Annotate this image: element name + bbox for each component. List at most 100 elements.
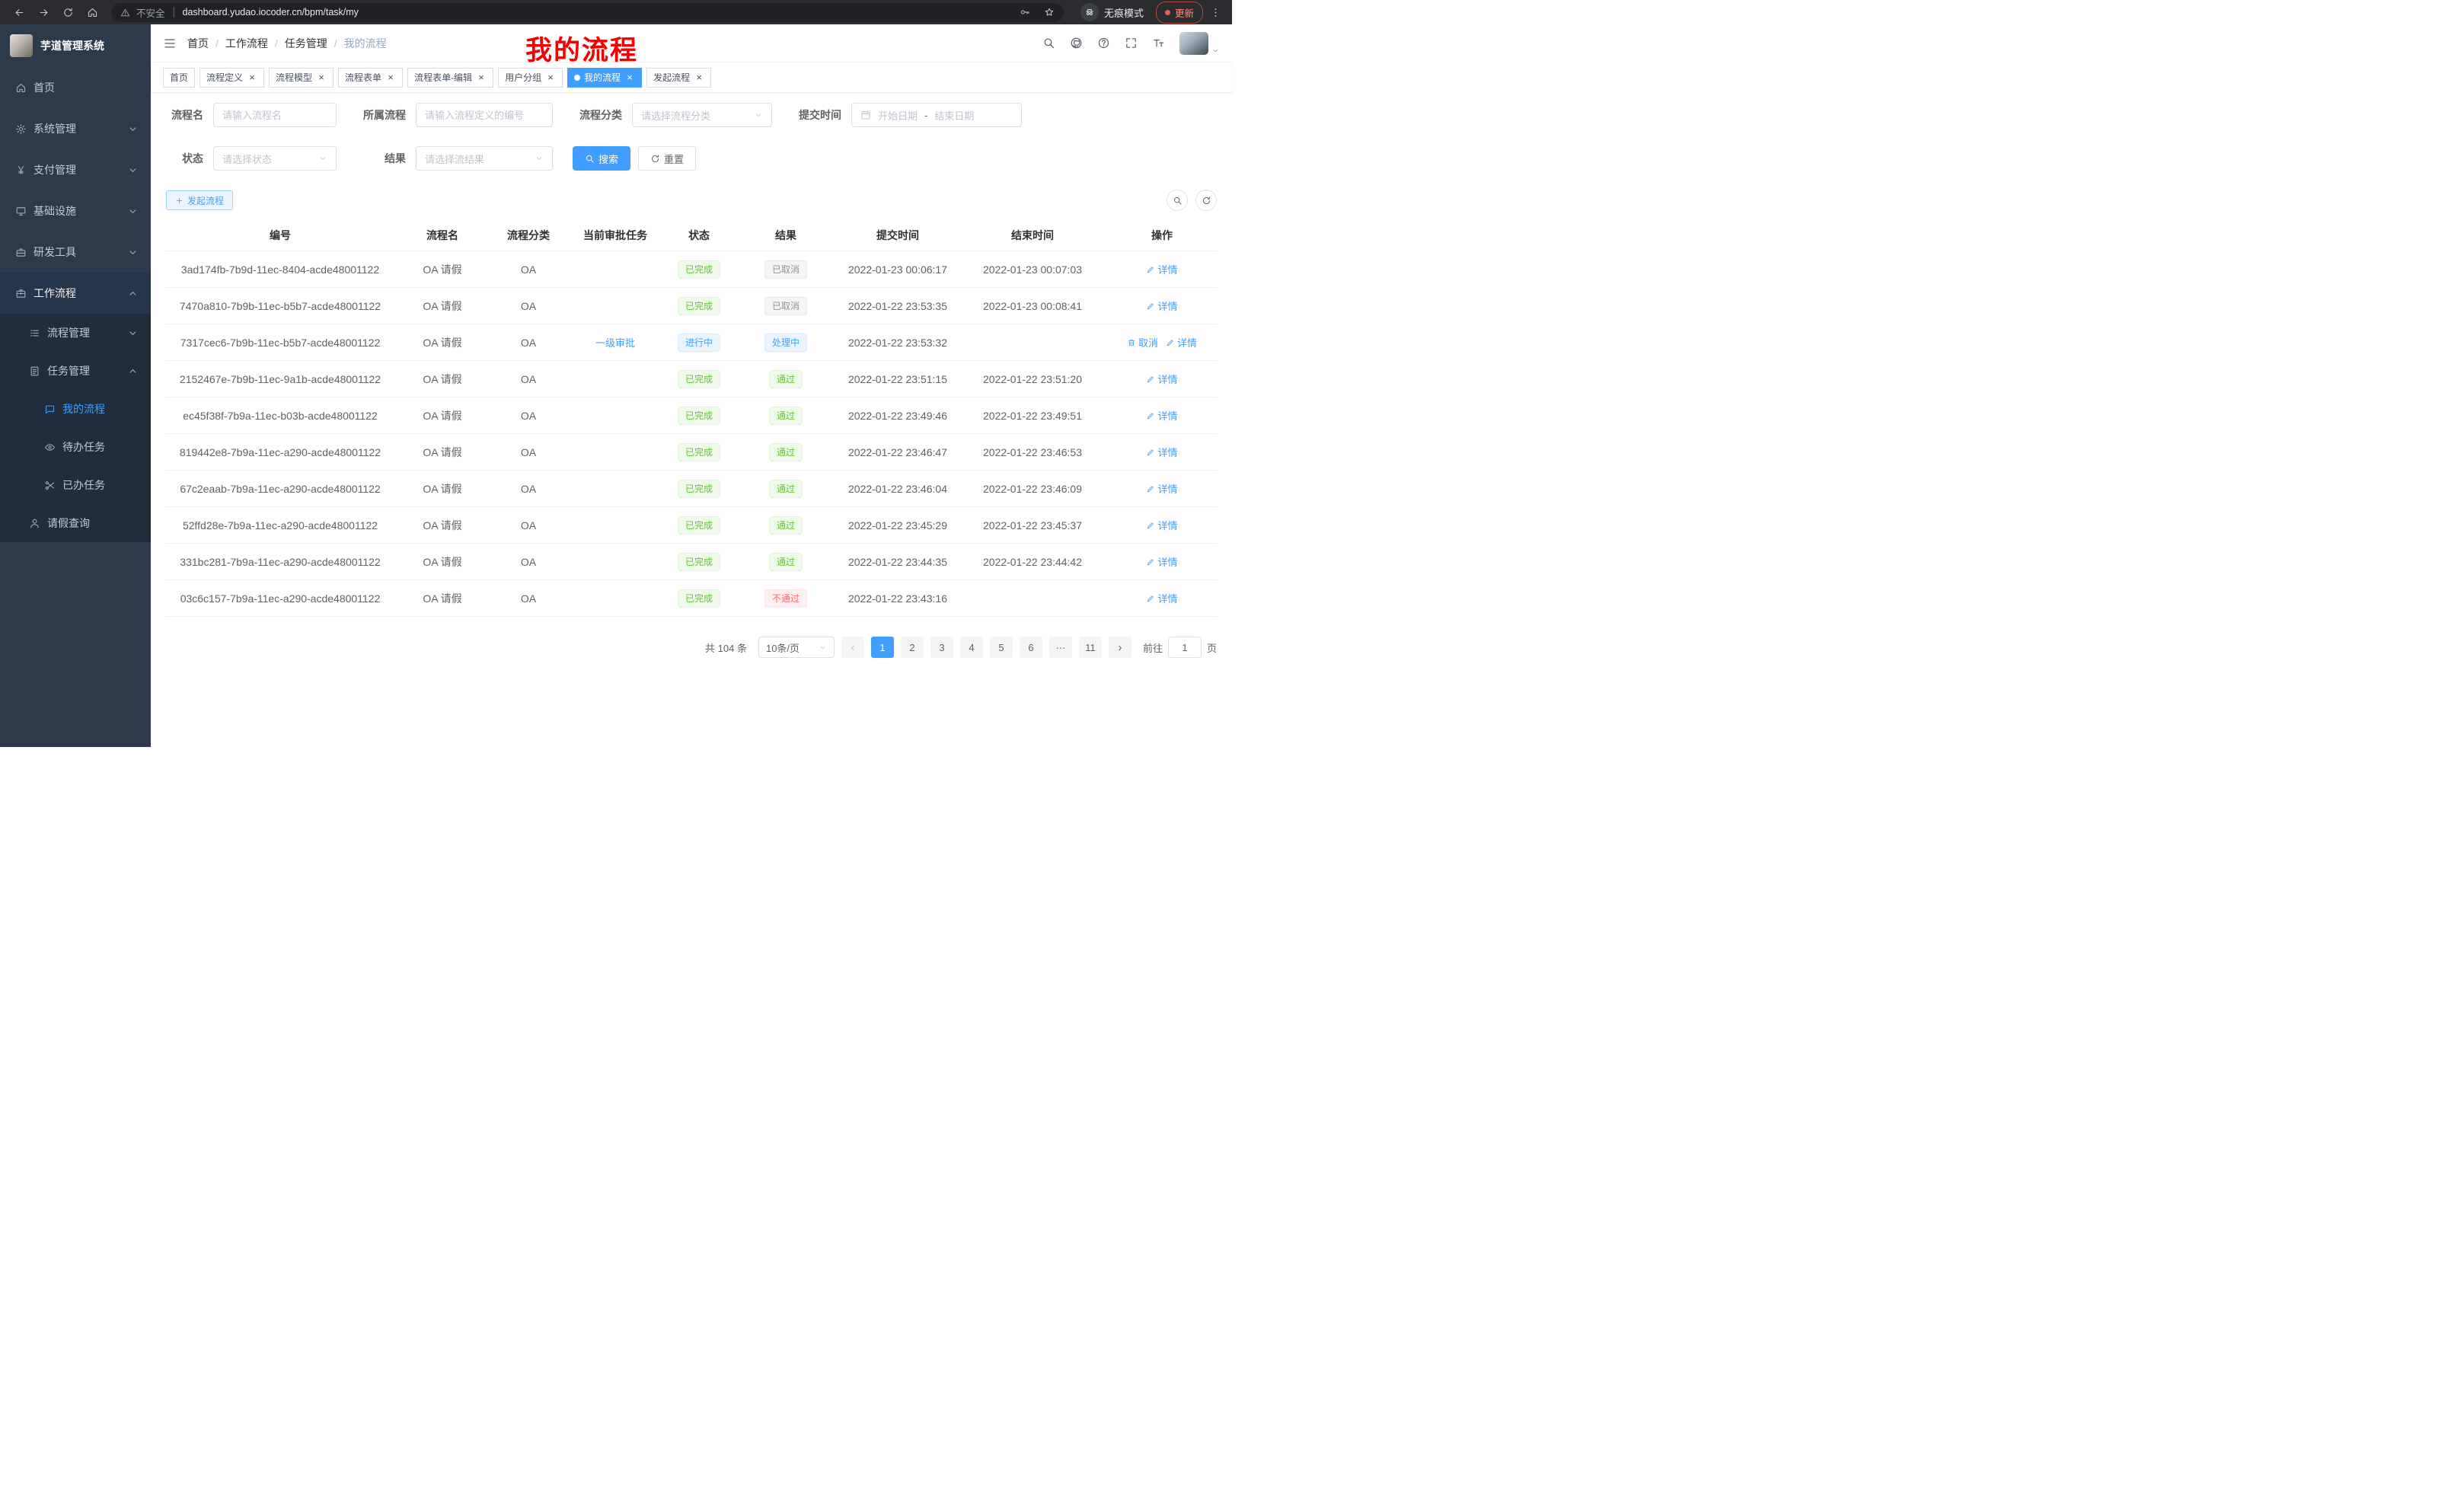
detail-action[interactable]: 详情 [1146,481,1177,496]
tab-item[interactable]: 流程表单-编辑× [407,68,493,88]
back-icon[interactable] [9,3,29,21]
close-tab-icon[interactable]: × [316,72,327,83]
forward-icon[interactable] [34,3,53,21]
status-badge: 已完成 [678,297,720,315]
close-tab-icon[interactable]: × [385,72,396,83]
close-tab-icon[interactable]: × [476,72,487,83]
sidebar-item[interactable]: 基础设施 [0,190,151,231]
detail-action[interactable]: 详情 [1146,298,1177,313]
tab-item[interactable]: 发起流程× [646,68,711,88]
detail-action[interactable]: 详情 [1146,408,1177,423]
create-process-button[interactable]: 发起流程 [166,190,233,210]
result-select[interactable]: 请选择流结果 [416,146,553,171]
page-button[interactable]: 11 [1079,637,1102,658]
cell-category: OA [490,434,567,471]
key-icon[interactable] [1020,7,1030,18]
close-tab-icon[interactable]: × [624,72,635,83]
tab-item[interactable]: 首页 [163,68,195,88]
security-label: 不安全 [136,5,165,20]
sidebar-item[interactable]: 已办任务 [0,466,151,504]
detail-action[interactable]: 详情 [1146,262,1177,276]
breadcrumb-item[interactable]: 首页 [187,36,209,51]
cancel-action[interactable]: 取消 [1127,335,1158,350]
collapse-sidebar-icon[interactable] [163,37,177,50]
breadcrumb-item[interactable]: 工作流程 [225,36,268,51]
cell-name: OA 请假 [394,288,490,324]
detail-action[interactable]: 详情 [1146,554,1177,569]
prev-page-button[interactable]: ‹ [841,637,864,658]
page-button[interactable]: 6 [1020,637,1042,658]
category-select[interactable]: 请选择流程分类 [632,103,772,127]
page-button[interactable]: 4 [960,637,983,658]
fullscreen-icon[interactable] [1125,37,1138,49]
detail-action[interactable]: 详情 [1166,335,1197,350]
cell-name: OA 请假 [394,324,490,361]
github-icon[interactable] [1070,37,1083,49]
cell-id: 7317cec6-7b9b-11ec-b5b7-acde48001122 [166,324,394,361]
sidebar-item[interactable]: 研发工具 [0,231,151,273]
process-name-input[interactable] [213,103,337,127]
update-button[interactable]: 更新 [1156,2,1203,24]
sidebar-item[interactable]: 支付管理 [0,149,151,190]
detail-action[interactable]: 详情 [1146,445,1177,459]
cell-end-time: 2022-01-22 23:49:51 [958,397,1107,434]
tab-item[interactable]: 我的流程× [567,68,642,88]
cell-end-time: 2022-01-22 23:44:42 [958,544,1107,580]
process-def-input[interactable] [416,103,553,127]
sidebar-item-label: 支付管理 [34,162,120,177]
sidebar-item[interactable]: 流程管理 [0,314,151,352]
tab-item[interactable]: 用户分组× [498,68,563,88]
tab-item[interactable]: 流程表单× [338,68,403,88]
page-button[interactable]: 5 [990,637,1013,658]
goto-page-input[interactable] [1168,637,1202,658]
breadcrumb-item[interactable]: 任务管理 [285,36,327,51]
sidebar-item[interactable]: 请假查询 [0,504,151,542]
chevron-down-icon [127,327,139,339]
status-select[interactable]: 请选择状态 [213,146,337,171]
pencil-icon [1146,557,1155,567]
close-tab-icon[interactable]: × [545,72,556,83]
close-tab-icon[interactable]: × [694,72,704,83]
chevron-up-icon [127,288,139,299]
search-icon[interactable] [1042,37,1055,49]
question-icon[interactable] [1097,37,1110,49]
browser-menu-icon[interactable] [1208,7,1223,18]
tab-item[interactable]: 流程定义× [199,68,264,88]
current-task-link[interactable]: 一级审批 [595,335,635,350]
page-ellipsis[interactable]: ··· [1049,637,1072,658]
page-size-select[interactable]: 10条/页 [758,637,835,658]
star-icon[interactable] [1044,7,1055,18]
reset-button[interactable]: 重置 [638,146,696,171]
sidebar-item[interactable]: 任务管理 [0,352,151,390]
user-menu[interactable] [1179,32,1220,55]
detail-action[interactable]: 详情 [1146,372,1177,386]
address-bar[interactable]: 不安全 dashboard.yudao.iocoder.cn/bpm/task/… [111,3,1064,22]
pencil-icon [1146,484,1155,493]
search-button[interactable]: 搜索 [573,146,630,171]
sidebar-item[interactable]: 工作流程 [0,273,151,314]
detail-action[interactable]: 详情 [1146,591,1177,605]
page-button[interactable]: 2 [901,637,924,658]
status-badge: 已完成 [678,443,720,461]
goto-prefix: 前往 [1143,640,1163,655]
close-tab-icon[interactable]: × [247,72,257,83]
toggle-search-button[interactable] [1167,190,1188,211]
refresh-table-button[interactable] [1195,190,1217,211]
tab-item[interactable]: 流程模型× [269,68,334,88]
sidebar-item[interactable]: 系统管理 [0,108,151,149]
fontsize-icon[interactable] [1152,37,1165,49]
page-button[interactable]: 1 [871,637,894,658]
date-range-picker[interactable]: 开始日期 - 结束日期 [851,103,1022,127]
breadcrumb-separator: / [275,37,278,49]
sidebar-item[interactable]: 我的流程 [0,390,151,428]
browser-home-icon[interactable] [82,3,102,21]
page-button[interactable]: 3 [930,637,953,658]
sidebar-item[interactable]: 首页 [0,67,151,108]
app-title: 芋道管理系统 [40,38,104,53]
sidebar-item[interactable]: 待办任务 [0,428,151,466]
next-page-button[interactable]: › [1109,637,1131,658]
reload-icon[interactable] [58,3,78,21]
column-header: 当前审批任务 [567,221,664,251]
detail-action[interactable]: 详情 [1146,518,1177,532]
table-row: 3ad174fb-7b9d-11ec-8404-acde48001122OA 请… [166,251,1217,288]
